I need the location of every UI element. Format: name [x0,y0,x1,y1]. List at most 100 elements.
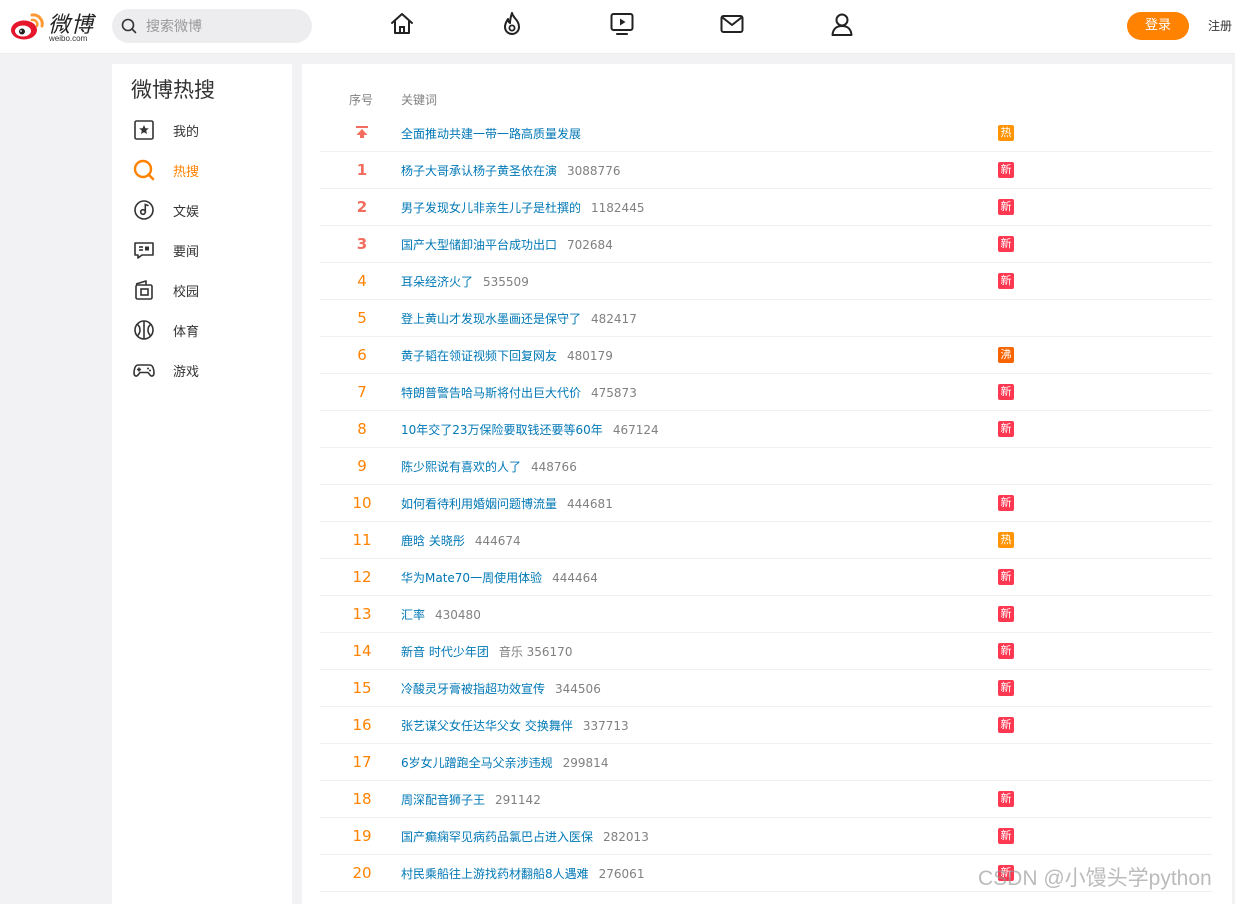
keyword-text[interactable]: 周深配音狮子王 [401,793,485,807]
search-box[interactable] [112,9,312,43]
keyword-link[interactable]: 陈少熙说有喜欢的人了 448766 [401,458,577,475]
sidebar-item-hot-search[interactable]: 热搜 [132,158,282,182]
rank-number: 3 [356,235,368,253]
rank-number: 12 [352,568,372,586]
keyword-link[interactable]: 周深配音狮子王 291142 [401,791,541,808]
hot-icon[interactable] [499,11,525,37]
status-badge: 新 [998,717,1014,733]
table-row: 6 黄子韬在领证视频下回复网友 480179 沸 [320,336,1212,374]
keyword-link[interactable]: 黄子韬在领证视频下回复网友 480179 [401,347,613,364]
keyword-link[interactable]: 如何看待利用婚姻问题博流量 444681 [401,495,613,512]
hot-value: 282013 [603,830,649,844]
keyword-text[interactable]: 陈少熙说有喜欢的人了 [401,460,521,474]
keyword-text[interactable]: 10年交了23万保险要取钱还要等60年 [401,423,603,437]
keyword-link[interactable]: 张艺谋父女任达华父女 交换舞伴 337713 [401,717,629,734]
status-badge: 新 [998,273,1014,289]
table-row: 9 陈少熙说有喜欢的人了 448766 [320,447,1212,485]
sidebar-item-entertainment[interactable]: 文娱 [132,198,282,222]
keyword-text[interactable]: 新音 时代少年团 [401,645,489,659]
news-icon [134,242,154,259]
rank-number: 19 [352,827,372,845]
gamepad-icon [133,364,155,377]
rank-number: 10 [352,494,372,512]
keyword-text[interactable]: 男子发现女儿非亲生儿子是杜撰的 [401,201,581,215]
rank-number: 6 [357,346,367,364]
keyword-text[interactable]: 黄子韬在领证视频下回复网友 [401,349,557,363]
sidebar-item-sports[interactable]: 体育 [132,318,282,342]
pin-top-icon [356,126,368,138]
status-badge: 新 [998,199,1014,215]
sidebar-item-label: 文娱 [173,205,200,220]
sidebar-item-campus[interactable]: 校园 [132,278,282,302]
keyword-text[interactable]: 如何看待利用婚姻问题博流量 [401,497,557,511]
login-button[interactable]: 登录 [1127,12,1189,40]
keyword-link[interactable]: 特朗普警告哈马斯将付出巨大代价 475873 [401,384,637,401]
keyword-link[interactable]: 全面推动共建一带一路高质量发展 [401,125,581,142]
rank-number: 17 [352,753,372,771]
keyword-text[interactable]: 6岁女儿蹭跑全马父亲涉违规 [401,756,553,770]
keyword-link[interactable]: 6岁女儿蹭跑全马父亲涉违规 299814 [401,754,608,771]
table-row: 11 鹿晗 关晓彤 444674 热 [320,521,1212,559]
keyword-link[interactable]: 新音 时代少年团 音乐 356170 [401,643,572,660]
keyword-text[interactable]: 华为Mate70一周使用体验 [401,571,542,585]
keyword-link[interactable]: 耳朵经济火了 535509 [401,273,529,290]
keyword-text[interactable]: 国产癫痫罕见病药品氯巴占进入医保 [401,830,593,844]
keyword-text[interactable]: 鹿晗 关晓彤 [401,534,465,548]
keyword-text[interactable]: 特朗普警告哈马斯将付出巨大代价 [401,386,581,400]
keyword-link[interactable]: 10年交了23万保险要取钱还要等60年 467124 [401,421,659,438]
keyword-link[interactable]: 冷酸灵牙膏被指超功效宣传 344506 [401,680,601,697]
status-badge: 热 [998,532,1014,548]
keyword-link[interactable]: 鹿晗 关晓彤 444674 [401,532,521,549]
search-input[interactable] [144,16,308,38]
table-row: 12 华为Mate70一周使用体验 444464 新 [320,558,1212,596]
rank-number: 18 [352,790,372,808]
home-icon[interactable] [389,11,415,37]
keyword-text[interactable]: 耳朵经济火了 [401,275,473,289]
keyword-text[interactable]: 张艺谋父女任达华父女 交换舞伴 [401,719,573,733]
status-badge: 新 [998,791,1014,807]
keyword-text[interactable]: 杨子大哥承认杨子黄圣依在演 [401,164,557,178]
user-icon[interactable] [829,11,855,37]
hot-value: 480179 [567,349,613,363]
keyword-text[interactable]: 村民乘船往上游找药材翻船8人遇难 [401,867,589,881]
keyword-link[interactable]: 汇率 430480 [401,606,481,623]
keyword-text[interactable]: 登上黄山才发现水墨画还是保守了 [401,312,581,326]
sidebar-item-news[interactable]: 要闻 [132,238,282,262]
column-header-rank: 序号 [349,93,374,107]
keyword-link[interactable]: 男子发现女儿非亲生儿子是杜撰的 1182445 [401,199,644,216]
sidebar-item-mine[interactable]: 我的 [132,118,282,142]
register-link[interactable]: 注册 [1208,17,1232,34]
status-badge: 新 [998,495,1014,511]
sidebar-item-label: 体育 [173,325,200,340]
hot-value: 344506 [555,682,601,696]
weibo-logo[interactable]: 微博 weibo.com [10,6,102,46]
rank-number: 5 [357,309,367,327]
keyword-link[interactable]: 杨子大哥承认杨子黄圣依在演 3088776 [401,162,620,179]
message-icon[interactable] [719,11,745,37]
table-row: 4 耳朵经济火了 535509 新 [320,262,1212,300]
keyword-link[interactable]: 华为Mate70一周使用体验 444464 [401,569,598,586]
keyword-link[interactable]: 国产大型储卸油平台成功出口 702684 [401,236,613,253]
keyword-text[interactable]: 冷酸灵牙膏被指超功效宣传 [401,682,545,696]
rank-number: 13 [352,605,372,623]
hot-value: 448766 [531,460,577,474]
video-icon[interactable] [609,11,635,37]
keyword-link[interactable]: 国产癫痫罕见病药品氯巴占进入医保 282013 [401,828,649,845]
sidebar-item-label: 我的 [173,125,200,140]
search-icon[interactable] [121,18,137,34]
keyword-link[interactable]: 登上黄山才发现水墨画还是保守了 482417 [401,310,637,327]
status-badge: 新 [998,162,1014,178]
sidebar-item-games[interactable]: 游戏 [132,358,282,382]
rank-number: 4 [357,272,367,290]
keyword-text[interactable]: 汇率 [401,608,425,622]
sidebar-title: 微博热搜 [131,78,215,102]
table-row: 1 杨子大哥承认杨子黄圣依在演 3088776 新 [320,151,1212,189]
hot-value: 482417 [591,312,637,326]
keyword-link[interactable]: 村民乘船往上游找药材翻船8人遇难 276061 [401,865,644,882]
basketball-icon [134,320,154,340]
table-row: 15 冷酸灵牙膏被指超功效宣传 344506 新 [320,669,1212,707]
rank-number: 7 [357,383,367,401]
rank-number: 11 [352,531,372,549]
keyword-text[interactable]: 国产大型储卸油平台成功出口 [401,238,557,252]
hot-value: 291142 [495,793,541,807]
